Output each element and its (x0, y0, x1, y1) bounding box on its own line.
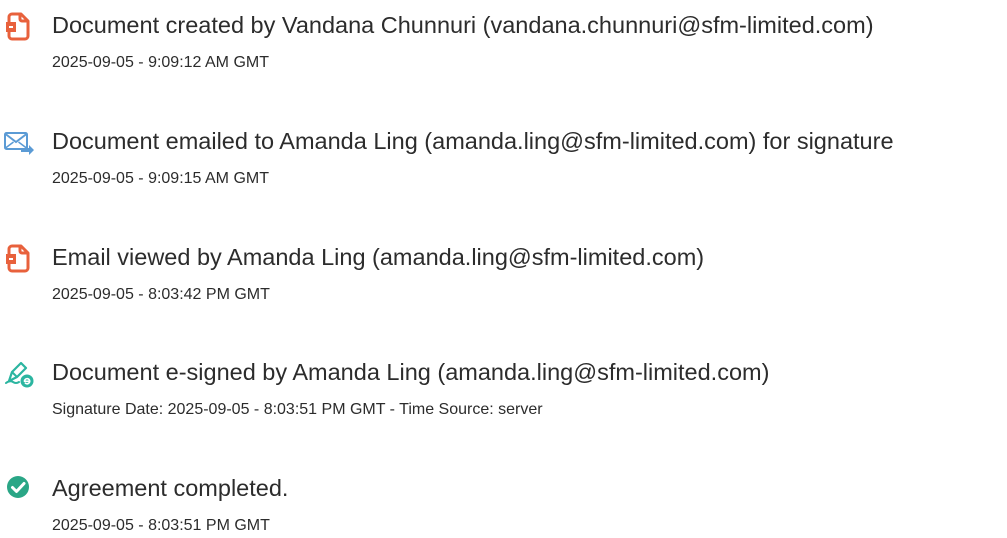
event-timestamp: 2025-09-05 - 9:09:12 AM GMT (52, 54, 269, 71)
document-icon (3, 242, 35, 274)
event-title: Email viewed by Amanda Ling (amanda.ling… (52, 244, 705, 270)
event-timestamp: 2025-09-05 - 8:03:42 PM GMT (52, 286, 270, 303)
event-title: Document emailed to Amanda Ling (amanda.… (52, 128, 894, 154)
event-timestamp: 2025-09-05 - 9:09:15 AM GMT (52, 170, 269, 187)
event-timestamp: 2025-09-05 - 8:03:51 PM GMT (52, 517, 270, 534)
document-icon (3, 10, 35, 42)
event-title: Document e-signed by Amanda Ling (amanda… (52, 359, 770, 385)
event-timestamp: Signature Date: 2025-09-05 - 8:03:51 PM … (52, 401, 543, 418)
event-title: Agreement completed. (52, 475, 289, 501)
e-sign-pen-icon (3, 357, 35, 389)
event-title: Document created by Vandana Chunnuri (va… (52, 12, 874, 38)
check-circle-icon (3, 473, 35, 505)
email-sent-icon (3, 126, 35, 158)
